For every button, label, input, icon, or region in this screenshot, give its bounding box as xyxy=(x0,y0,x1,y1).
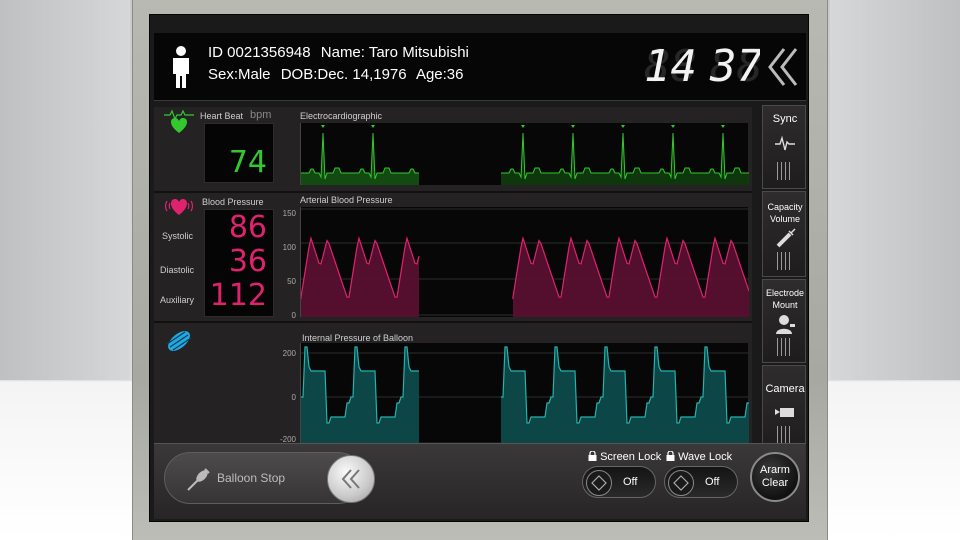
patient-header: ID 0021356948 Name: Taro Mitsubishi Sex:… xyxy=(154,33,806,101)
sync-button[interactable]: Sync xyxy=(762,105,806,189)
auxiliary-value: 112 xyxy=(209,278,267,313)
balloon-pressure-title: Internal Pressure of Balloon xyxy=(302,333,414,343)
grip-icon xyxy=(777,162,793,180)
wave-lock-toggle[interactable]: Off xyxy=(664,466,738,498)
patient-sex: Sex:Male xyxy=(208,66,271,83)
wave-lock-label: Wave Lock xyxy=(678,451,733,463)
diamond-arrows-icon xyxy=(591,475,607,491)
electrode-label: Electrode xyxy=(765,288,805,298)
electrode-person-icon xyxy=(776,315,795,334)
grip-icon xyxy=(777,252,793,270)
sync-wave-icon xyxy=(775,135,795,151)
camera-label: Camera xyxy=(765,383,805,395)
heart-pulse-icon xyxy=(164,199,194,215)
clock-display: 88 88 14 37 xyxy=(644,41,760,91)
diamond-arrows-icon xyxy=(673,475,689,491)
person-icon xyxy=(173,46,189,88)
blood-pressure-panel: Blood Pressure Systolic Diastolic Auxili… xyxy=(154,193,752,321)
electrode-mount-button[interactable]: Electrode Mount xyxy=(762,279,806,363)
alarm-label: Ararm xyxy=(760,464,790,476)
balloon-waveform xyxy=(300,343,749,451)
screen-lock-label: Screen Lock xyxy=(600,451,662,463)
abp-axis-label: 0 xyxy=(291,311,296,320)
grip-icon xyxy=(777,426,793,444)
systolic-label: Systolic xyxy=(162,231,194,241)
auxiliary-label: Auxiliary xyxy=(160,295,195,305)
monitor-screen: ID 0021356948 Name: Taro Mitsubishi Sex:… xyxy=(149,14,809,522)
syringe-icon xyxy=(776,228,796,248)
diastolic-value: 36 xyxy=(228,244,267,279)
abp-axis-label: 150 xyxy=(282,209,296,218)
screen-lock-title: Screen Lock xyxy=(588,450,662,463)
background-right xyxy=(830,0,960,380)
heart-beat-label: Heart Beat xyxy=(200,111,244,121)
heart-rate-value: 74 xyxy=(228,145,267,180)
toggle-knob xyxy=(668,470,694,496)
toggle-knob xyxy=(586,470,612,496)
volume-label: Volume xyxy=(769,214,801,224)
balloon-stop-slider[interactable]: Balloon Stop xyxy=(164,452,375,504)
patient-line-2: Sex:Male DOB:Dec. 14,1976 Age:36 xyxy=(208,66,470,83)
balloon-stop-icon xyxy=(187,468,210,491)
patient-age: Age:36 xyxy=(415,66,464,83)
capacity-volume-button[interactable]: Capacity Volume xyxy=(762,191,806,277)
background-left xyxy=(0,0,130,380)
patient-name: Name: Taro Mitsubishi xyxy=(320,44,469,61)
clear-label: Clear xyxy=(761,477,789,489)
abp-axis-label: 50 xyxy=(287,277,296,286)
heart-icon xyxy=(164,109,194,133)
sync-label: Sync xyxy=(772,113,798,125)
monitor-device: ID 0021356948 Name: Taro Mitsubishi Sex:… xyxy=(132,0,828,540)
heart-rate-display: 74 xyxy=(204,123,274,183)
abp-trace xyxy=(301,208,749,317)
ecg-title: Electrocardiographic xyxy=(300,111,383,121)
bottom-control-bar: Balloon Stop Screen Lock Off Wave Lock O… xyxy=(154,443,806,519)
balloon-axis-label: 0 xyxy=(291,393,296,402)
abp-axis-label: 100 xyxy=(282,243,296,252)
balloon-pressure-panel: Internal Pressure of Balloon 200 0 -200 xyxy=(154,323,752,453)
balloon-pump-icon xyxy=(166,331,192,351)
ecg-trace xyxy=(301,123,749,185)
balloon-axis-label: 200 xyxy=(282,349,296,358)
balloon-stop-knob[interactable] xyxy=(327,455,375,503)
screen-lock-value: Off xyxy=(623,476,638,488)
wave-lock-title: Wave Lock xyxy=(666,450,733,463)
screen-lock-toggle[interactable]: Off xyxy=(582,466,656,498)
bpm-unit: bpm xyxy=(250,109,272,121)
camera-button[interactable]: Camera xyxy=(762,365,806,453)
balloon-stop-label: Balloon Stop xyxy=(217,471,286,485)
clock-hours: 14 xyxy=(644,41,697,91)
patient-line-1: ID 0021356948 Name: Taro Mitsubishi xyxy=(208,44,475,61)
grip-icon xyxy=(777,338,793,356)
abp-title: Arterial Blood Pressure xyxy=(300,195,393,205)
patient-dob: DOB:Dec. 14,1976 xyxy=(280,66,407,83)
abp-waveform xyxy=(300,207,749,317)
side-button-column: Sync Capacity Volume Electrode Mount Cam… xyxy=(762,105,806,453)
mount-label: Mount xyxy=(772,300,798,310)
camera-icon xyxy=(775,408,794,417)
patient-id: ID 0021356948 xyxy=(208,44,311,61)
heart-rate-panel: Heart Beat bpm 74 Electrocardiographic xyxy=(154,107,752,191)
diastolic-label: Diastolic xyxy=(160,265,195,275)
lock-icon xyxy=(588,450,597,461)
blood-pressure-label: Blood Pressure xyxy=(202,197,264,207)
alarm-clear-button[interactable]: Ararm Clear xyxy=(750,452,800,502)
blood-pressure-display: 86 36 112 xyxy=(204,209,274,317)
wave-lock-value: Off xyxy=(705,476,720,488)
double-chevron-left-icon xyxy=(341,469,360,489)
capacity-label: Capacity xyxy=(767,202,803,212)
clock-minutes: 37 xyxy=(709,41,760,91)
systolic-value: 86 xyxy=(228,210,267,245)
lock-icon xyxy=(666,450,675,461)
balloon-trace xyxy=(301,346,749,451)
double-chevron-left-icon[interactable] xyxy=(766,45,802,89)
ecg-waveform xyxy=(300,123,749,185)
